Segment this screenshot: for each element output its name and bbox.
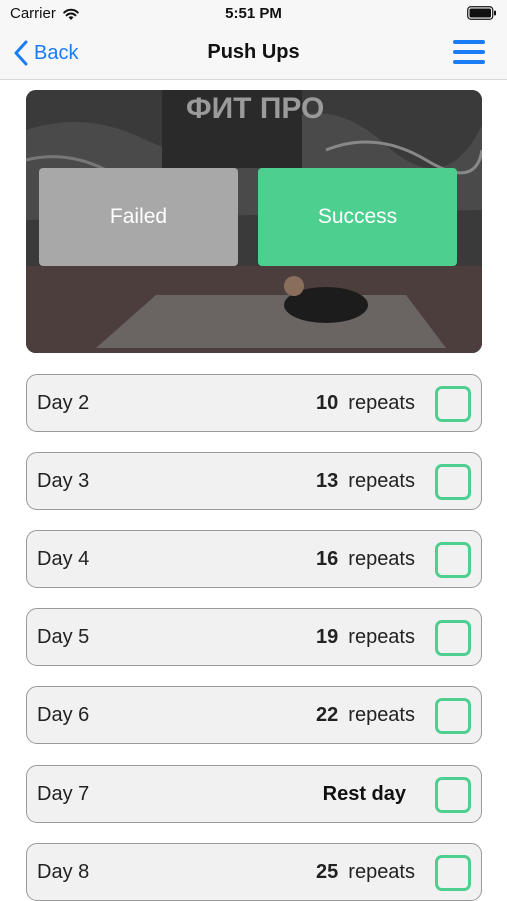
page-title: Push Ups (207, 41, 300, 63)
day-reps: 13 repeats (316, 470, 415, 493)
repeat-count: 13 (316, 470, 339, 492)
day-label: Day 7 (37, 783, 90, 805)
day-label: Day 2 (37, 392, 90, 414)
day-reps: 16 repeats (316, 548, 415, 571)
exercise-image: ФИТ ПРО Failed Success (26, 90, 482, 353)
repeat-unit: repeats (348, 704, 415, 726)
repeat-unit: repeats (348, 392, 415, 414)
day-label: Day 6 (37, 704, 90, 726)
repeat-count: 16 (316, 548, 339, 570)
repeat-count: 19 (316, 626, 339, 648)
completion-checkbox[interactable] (435, 855, 471, 891)
list-item-day-3[interactable]: Day 3 13 repeats (26, 452, 482, 510)
status-bar: Carrier 5:51 PM (0, 0, 507, 28)
repeat-count: 25 (316, 861, 339, 883)
repeat-unit: repeats (348, 626, 415, 648)
navigation-bar: Back Push Ups (0, 28, 507, 80)
completion-checkbox[interactable] (435, 386, 471, 422)
completion-checkbox[interactable] (435, 464, 471, 500)
completion-checkbox[interactable] (435, 620, 471, 656)
list-item-day-8[interactable]: Day 8 25 repeats (26, 843, 482, 901)
status-time: 5:51 PM (225, 5, 282, 22)
day-reps: 25 repeats (316, 861, 415, 884)
list-item-day-2[interactable]: Day 2 10 repeats (26, 374, 482, 432)
day-label: Day 8 (37, 861, 90, 883)
list-item-day-5[interactable]: Day 5 19 repeats (26, 608, 482, 666)
completion-checkbox[interactable] (435, 777, 471, 813)
completion-checkbox[interactable] (435, 542, 471, 578)
repeat-unit: repeats (348, 548, 415, 570)
list-item-day-6[interactable]: Day 6 22 repeats (26, 686, 482, 744)
day-label: Day 4 (37, 548, 90, 570)
list-item-day-7[interactable]: Day 7 Rest day (26, 765, 482, 823)
failed-button[interactable]: Failed (39, 168, 238, 266)
repeat-count: 22 (316, 704, 339, 726)
repeat-unit: repeats (348, 470, 415, 492)
banner-text: ФИТ ПРО (186, 92, 324, 125)
hamburger-menu-icon[interactable] (453, 38, 485, 66)
repeat-count: 10 (316, 392, 339, 414)
list-item-day-4[interactable]: Day 4 16 repeats (26, 530, 482, 588)
day-label: Day 5 (37, 626, 90, 648)
battery-icon (467, 6, 496, 20)
success-button[interactable]: Success (258, 168, 457, 266)
day-label: Day 3 (37, 470, 90, 492)
day-reps: 10 repeats (316, 392, 415, 415)
rest-day-label: Rest day (322, 783, 406, 805)
completion-checkbox[interactable] (435, 698, 471, 734)
day-reps: 19 repeats (316, 626, 415, 649)
repeat-unit: repeats (348, 861, 415, 883)
day-reps: 22 repeats (316, 704, 415, 727)
